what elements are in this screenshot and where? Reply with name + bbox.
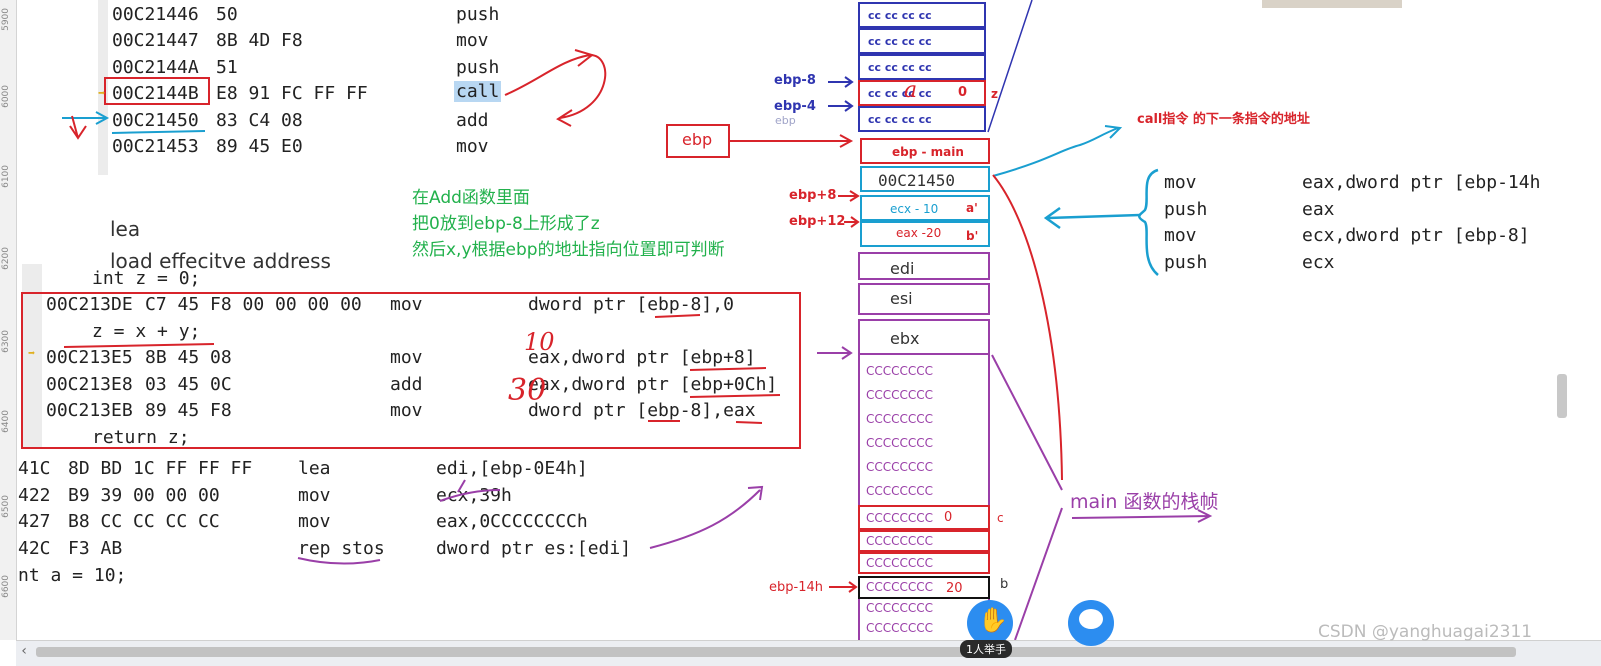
raise-hand-count: 1人举手 (960, 640, 1012, 658)
cyan-brace (1138, 168, 1159, 276)
push-arrow (1043, 206, 1141, 230)
rep-stos-arrow (649, 485, 764, 549)
down-arrow (69, 115, 87, 140)
stack-pointer-arrow (817, 346, 853, 360)
ebp-minus-8-arrow (828, 76, 854, 88)
chat-bubble-icon (1079, 609, 1103, 629)
frame-bound-line (987, 0, 1033, 133)
ebp-minus-4-arrow (828, 100, 854, 112)
horizontal-scroll-thumb[interactable] (36, 647, 1516, 657)
main-frame-brace (991, 354, 1063, 641)
return-address-arrow (992, 125, 1123, 177)
main-frame-arrow (1071, 509, 1213, 523)
address-underline (111, 130, 206, 134)
vertical-scroll-thumb[interactable] (1557, 374, 1567, 418)
next-instruction-arrow (62, 111, 110, 125)
chat-button[interactable] (1068, 600, 1114, 646)
horizontal-scrollbar[interactable]: ‹ (16, 640, 1601, 666)
call-arrow (504, 49, 595, 96)
return-arrow (556, 54, 607, 127)
ebp-plus-12-arrow (844, 216, 860, 228)
csdn-watermark: CSDN @yanghuagai2311 (1318, 622, 1533, 642)
operand-underlines (648, 314, 781, 424)
source-underline (63, 343, 215, 348)
ebp-minus-14h-arrow (829, 581, 858, 593)
ebp-pointer-arrow (730, 134, 854, 148)
purple-tick (457, 479, 466, 493)
purple-underlines (297, 489, 501, 565)
scroll-left-icon[interactable]: ‹ (20, 643, 28, 659)
annotation-overlay (62, 0, 1213, 641)
ebp-plus-8-arrow (838, 190, 860, 202)
hand-icon: ✋ (978, 606, 1008, 634)
